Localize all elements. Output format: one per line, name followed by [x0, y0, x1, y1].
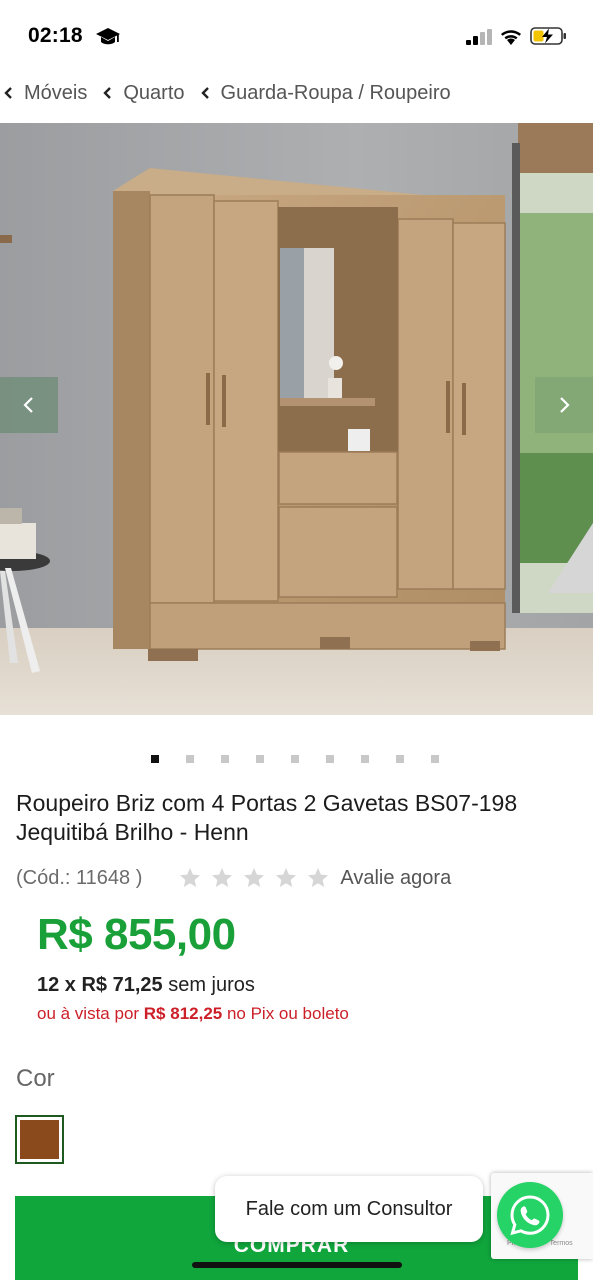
- breadcrumb: Móveis Quarto Guarda-Roupa / Roupeiro: [0, 78, 451, 108]
- product-price: R$ 855,00: [37, 910, 236, 959]
- carousel-dot[interactable]: [326, 755, 334, 763]
- chevron-left-icon: [23, 397, 33, 413]
- product-photo: [0, 123, 593, 715]
- chevron-right-icon: [560, 397, 570, 413]
- color-label: Cor: [16, 1065, 55, 1092]
- star-icon: [276, 868, 297, 887]
- breadcrumb-item-quarto[interactable]: Quarto: [101, 81, 185, 105]
- carousel-prev-button[interactable]: [0, 377, 58, 433]
- chevron-left-icon: [4, 87, 12, 99]
- wifi-icon: [501, 30, 521, 45]
- product-title: Roupeiro Briz com 4 Portas 2 Gavetas BS0…: [16, 790, 518, 845]
- star-icon: [244, 868, 265, 887]
- color-swatch-fill: [20, 1120, 59, 1159]
- star-icon: [180, 868, 201, 887]
- breadcrumb-label: Guarda-Roupa / Roupeiro: [220, 81, 451, 104]
- carousel-next-button[interactable]: [535, 377, 593, 433]
- color-swatch[interactable]: [15, 1115, 64, 1164]
- signal-icon: [466, 29, 492, 45]
- cash-suffix: no Pix ou boleto: [222, 1004, 349, 1023]
- cash-price-info: ou à vista por R$ 812,25 no Pix ou bolet…: [37, 1004, 349, 1024]
- carousel-dot[interactable]: [361, 755, 369, 763]
- carousel-dot[interactable]: [221, 755, 229, 763]
- installments-info: 12 x R$ 71,25 sem juros: [37, 974, 255, 997]
- carousel-dot[interactable]: [151, 755, 159, 763]
- breadcrumb-item-guarda-roupa[interactable]: Guarda-Roupa / Roupeiro: [199, 82, 451, 105]
- carousel-dot[interactable]: [431, 755, 439, 763]
- installments-suffix: sem juros: [162, 974, 255, 996]
- whatsapp-icon: [510, 1195, 550, 1236]
- breadcrumb-item-moveis[interactable]: Móveis: [0, 82, 87, 105]
- home-indicator: [192, 1262, 402, 1268]
- rating-stars[interactable]: [178, 866, 338, 890]
- cash-prefix: ou à vista por: [37, 1004, 144, 1023]
- carousel-dot[interactable]: [396, 755, 404, 763]
- cash-price-amount: R$ 812,25: [143, 1004, 223, 1023]
- breadcrumb-label: Móveis: [24, 81, 88, 104]
- product-image-carousel[interactable]: [0, 123, 593, 715]
- carousel-dot[interactable]: [256, 755, 264, 763]
- chevron-left-icon: [200, 87, 209, 99]
- battery-charging-icon: [530, 27, 566, 45]
- rate-now-link[interactable]: Avalie agora: [340, 867, 451, 890]
- installments-amount: 12 x R$ 71,25: [37, 974, 163, 996]
- graduation-cap-icon: [96, 28, 120, 45]
- whatsapp-button[interactable]: [497, 1182, 563, 1248]
- product-meta: (Cód.: 11648 ) Avalie agora: [16, 864, 451, 892]
- chat-consultant-bubble[interactable]: Fale com um Consultor: [215, 1176, 483, 1242]
- star-icon: [308, 868, 329, 887]
- carousel-dot[interactable]: [291, 755, 299, 763]
- breadcrumb-label: Quarto: [123, 81, 185, 104]
- chevron-left-icon: [103, 87, 112, 99]
- product-code: (Cód.: 11648 ): [16, 866, 143, 889]
- status-time: 02:18: [28, 24, 83, 47]
- carousel-dot[interactable]: [186, 755, 194, 763]
- star-icon: [212, 868, 233, 887]
- carousel-dots: [151, 755, 466, 765]
- status-bar: 02:18: [0, 0, 593, 70]
